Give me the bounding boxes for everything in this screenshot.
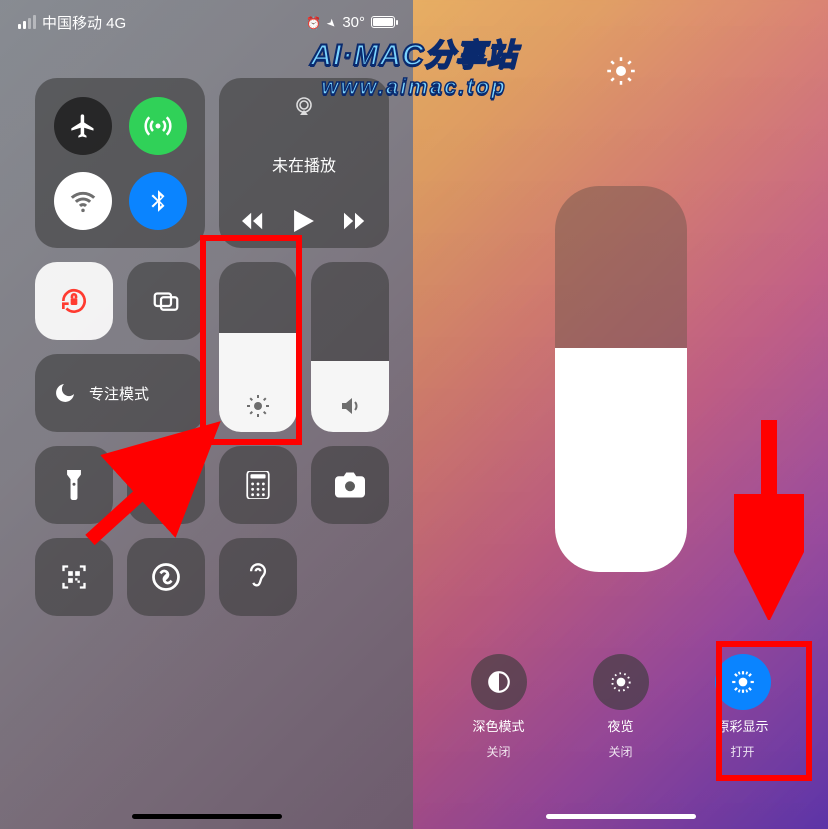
camera-icon <box>335 472 365 498</box>
battery-icon <box>371 16 395 28</box>
next-track-button[interactable] <box>344 212 366 230</box>
night-shift-icon <box>593 654 649 710</box>
airplay-icon[interactable] <box>292 94 316 118</box>
carrier-label: 中国移动 4G <box>42 12 126 33</box>
control-center-screen: 中国移动 4G 30° <box>0 0 413 829</box>
wifi-icon <box>69 187 97 215</box>
home-indicator[interactable] <box>546 814 696 819</box>
timer-icon <box>152 471 180 499</box>
location-icon <box>327 14 336 31</box>
bluetooth-icon <box>145 188 171 214</box>
airplane-mode-button[interactable] <box>54 97 112 155</box>
alarm-icon <box>306 14 321 31</box>
home-indicator[interactable] <box>132 814 282 819</box>
flashlight-icon <box>63 470 85 500</box>
sun-icon <box>606 56 636 86</box>
qr-scan-button[interactable] <box>35 538 113 616</box>
media-module[interactable]: 未在播放 <box>219 78 389 248</box>
dark-mode-toggle[interactable]: 深色模式 关闭 <box>459 654 539 761</box>
volume-slider[interactable] <box>311 262 389 432</box>
brightness-detail-screen: 深色模式 关闭 夜览 关闭 原彩显示 打开 <box>413 0 828 829</box>
wifi-button[interactable] <box>54 172 112 230</box>
shazam-button[interactable] <box>127 538 205 616</box>
true-tone-toggle[interactable]: 原彩显示 打开 <box>703 654 783 761</box>
orientation-lock-icon <box>58 285 90 317</box>
screen-mirroring-icon <box>151 286 181 316</box>
calculator-icon <box>246 471 270 499</box>
prev-track-icon <box>242 212 264 230</box>
cellular-antenna-icon <box>143 111 173 141</box>
night-shift-toggle[interactable]: 夜览 关闭 <box>581 654 661 761</box>
bluetooth-button[interactable] <box>129 172 187 230</box>
temperature-label: 30° <box>342 14 365 31</box>
play-icon <box>294 210 314 232</box>
orientation-lock-button[interactable] <box>35 262 113 340</box>
moon-icon <box>53 381 77 405</box>
camera-button[interactable] <box>311 446 389 524</box>
true-tone-icon <box>715 654 771 710</box>
screen-mirroring-button[interactable] <box>127 262 205 340</box>
brightness-icon <box>246 394 270 418</box>
dark-mode-icon <box>471 654 527 710</box>
cellular-data-button[interactable] <box>129 97 187 155</box>
brightness-slider[interactable] <box>219 262 297 432</box>
status-bar: 中国移动 4G 30° <box>0 0 413 44</box>
display-mode-row: 深色模式 关闭 夜览 关闭 原彩显示 打开 <box>413 654 828 761</box>
brightness-large-slider[interactable] <box>555 186 687 572</box>
hearing-icon <box>245 562 271 592</box>
calculator-button[interactable] <box>219 446 297 524</box>
hearing-button[interactable] <box>219 538 297 616</box>
connectivity-module[interactable] <box>35 78 205 248</box>
media-title: 未在播放 <box>272 152 336 176</box>
shazam-icon <box>151 562 181 592</box>
play-button[interactable] <box>294 210 314 232</box>
flashlight-button[interactable] <box>35 446 113 524</box>
control-center-grid: 未在播放 <box>35 78 378 616</box>
qr-scan-icon <box>60 563 88 591</box>
airplane-icon <box>69 112 97 140</box>
focus-mode-button[interactable]: 专注模式 <box>35 354 205 432</box>
volume-icon <box>338 394 362 418</box>
next-track-icon <box>344 212 366 230</box>
focus-label: 专注模式 <box>89 383 149 404</box>
prev-track-button[interactable] <box>242 212 264 230</box>
timer-button[interactable] <box>127 446 205 524</box>
signal-icon <box>18 15 36 29</box>
